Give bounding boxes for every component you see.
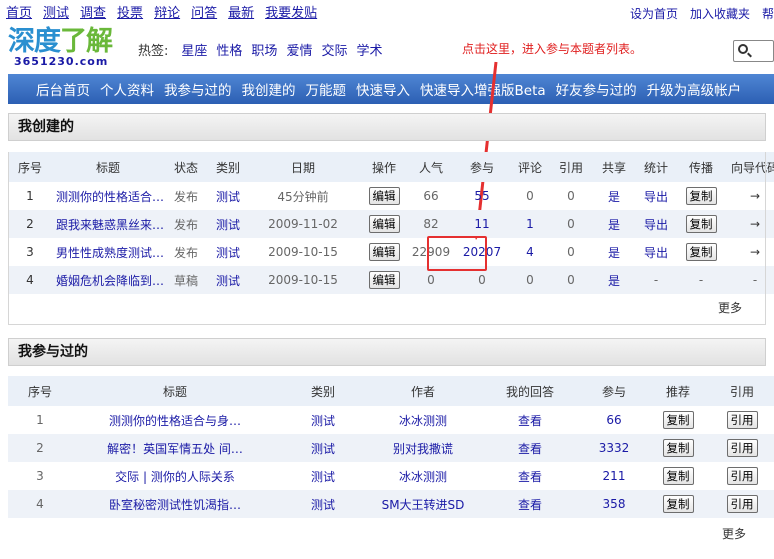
col-recommend: 推荐 (646, 376, 710, 406)
row-index: 1 (36, 413, 44, 427)
row-title-link[interactable]: 解密！英国军情五处 间… (72, 434, 278, 462)
top-right-links: 设为首页 加入收藏夹 帮 (630, 5, 774, 22)
menu-joined[interactable]: 我参与过的 (164, 79, 232, 99)
col-title: 标题 (72, 376, 278, 406)
tag-personality[interactable]: 性格 (216, 40, 242, 59)
row-participants-link[interactable]: 66 (582, 406, 646, 434)
tag-career[interactable]: 职场 (251, 40, 277, 59)
nav-vote[interactable]: 投票 (117, 2, 143, 22)
search-input[interactable] (733, 40, 774, 62)
nav-post[interactable]: 我要发贴 (265, 2, 317, 22)
row-title-link[interactable]: 测测你的性格适合与身… (72, 406, 278, 434)
nav-qa[interactable]: 问答 (191, 2, 217, 22)
col-index: 序号 (8, 376, 72, 406)
table-row: 2 解密！英国军情五处 间… 测试 别对我撒谎 查看 3332 复制 引用 (8, 434, 774, 462)
col-author: 作者 (368, 376, 478, 406)
col-quote: 引用 (710, 376, 774, 406)
tag-social[interactable]: 交际 (321, 40, 347, 59)
col-my-answer: 我的回答 (478, 376, 582, 406)
row-category[interactable]: 测试 (278, 490, 368, 518)
col-participants: 参与 (582, 376, 646, 406)
nav-debate[interactable]: 辩论 (154, 2, 180, 22)
quote-button[interactable]: 引用 (726, 439, 758, 457)
row-index: 3 (36, 469, 44, 483)
row-category[interactable]: 测试 (278, 406, 368, 434)
copy-button[interactable]: 复制 (662, 495, 694, 513)
view-answer-link[interactable]: 查看 (478, 462, 582, 490)
created-panel-border (8, 152, 766, 325)
top-nav: 首页 测试 调查 投票 辩论 问答 最新 我要发贴 (6, 2, 317, 22)
table-row: 1 测测你的性格适合与身… 测试 冰冰测测 查看 66 复制 引用 (8, 406, 774, 434)
site-logo[interactable]: 深度了解 3651230.com (8, 27, 126, 69)
help-link[interactable]: 帮 (762, 5, 774, 22)
quote-button[interactable]: 引用 (726, 495, 758, 513)
nav-latest[interactable]: 最新 (228, 2, 254, 22)
joined-header-row: 序号 标题 类别 作者 我的回答 参与 推荐 引用 (8, 376, 774, 406)
menu-admin-home[interactable]: 后台首页 (36, 79, 90, 99)
joined-more-link[interactable]: 更多 (722, 525, 746, 542)
nav-test[interactable]: 测试 (43, 2, 69, 22)
row-participants-link[interactable]: 211 (582, 462, 646, 490)
quote-button[interactable]: 引用 (726, 467, 758, 485)
menu-universal[interactable]: 万能题 (306, 79, 347, 99)
menu-quick-import[interactable]: 快速导入 (356, 79, 410, 99)
row-title-link[interactable]: 卧室秘密测试性饥渴指… (72, 490, 278, 518)
set-homepage-link[interactable]: 设为首页 (630, 5, 678, 22)
view-answer-link[interactable]: 查看 (478, 490, 582, 518)
joined-table: 序号 标题 类别 作者 我的回答 参与 推荐 引用 1 测测你的性格适合与身… … (8, 376, 774, 518)
menu-quick-import-beta[interactable]: 快速导入增强版Beta (420, 79, 546, 99)
tag-academic[interactable]: 学术 (356, 40, 382, 59)
row-participants-link[interactable]: 358 (582, 490, 646, 518)
table-row: 4 卧室秘密测试性饥渴指… 测试 SM大王转进SD 查看 358 复制 引用 (8, 490, 774, 518)
row-participants-link[interactable]: 3332 (582, 434, 646, 462)
logo-text-a: 深度 (8, 26, 61, 57)
row-index: 2 (8, 434, 72, 462)
copy-button[interactable]: 复制 (662, 439, 694, 457)
annotation-callout: 点击这里，进入参与本题者列表。 (462, 42, 643, 56)
copy-button[interactable]: 复制 (662, 411, 694, 429)
hot-tags-label: 热签: (138, 44, 169, 59)
row-category[interactable]: 测试 (278, 462, 368, 490)
nav-survey[interactable]: 调查 (80, 2, 106, 22)
tag-love[interactable]: 爱情 (286, 40, 312, 59)
menu-upgrade[interactable]: 升级为高级帐户 (647, 79, 742, 99)
col-category: 类别 (278, 376, 368, 406)
menu-friends-joined[interactable]: 好友参与过的 (556, 79, 637, 99)
logo-domain: 3651230.com (14, 55, 109, 68)
main-menu-bar: 后台首页 个人资料 我参与过的 我创建的 万能题 快速导入 快速导入增强版Bet… (8, 74, 774, 104)
row-author-link[interactable]: 冰冰测测 (368, 406, 478, 434)
menu-profile[interactable]: 个人资料 (100, 79, 154, 99)
row-index: 4 (8, 490, 72, 518)
created-section-header: 我创建的 (8, 113, 766, 141)
logo-text-b: 了解 (60, 26, 113, 57)
tag-zodiac[interactable]: 星座 (181, 40, 207, 59)
menu-created[interactable]: 我创建的 (242, 79, 296, 99)
row-category[interactable]: 测试 (278, 434, 368, 462)
table-row: 3 交际 | 测你的人际关系 测试 冰冰测测 查看 211 复制 引用 (8, 462, 774, 490)
add-favorite-link[interactable]: 加入收藏夹 (690, 5, 750, 22)
row-author-link[interactable]: 别对我撒谎 (368, 434, 478, 462)
row-author-link[interactable]: 冰冰测测 (368, 462, 478, 490)
nav-home[interactable]: 首页 (6, 2, 32, 22)
hot-tags: 热签: 星座 性格 职场 爱情 交际 学术 (138, 40, 382, 59)
row-title-link[interactable]: 交际 | 测你的人际关系 (72, 462, 278, 490)
joined-section-header: 我参与过的 (8, 338, 766, 366)
view-answer-link[interactable]: 查看 (478, 434, 582, 462)
copy-button[interactable]: 复制 (662, 467, 694, 485)
row-author-link[interactable]: SM大王转进SD (368, 490, 478, 518)
view-answer-link[interactable]: 查看 (478, 406, 582, 434)
quote-button[interactable]: 引用 (726, 411, 758, 429)
search-icon (738, 44, 748, 54)
